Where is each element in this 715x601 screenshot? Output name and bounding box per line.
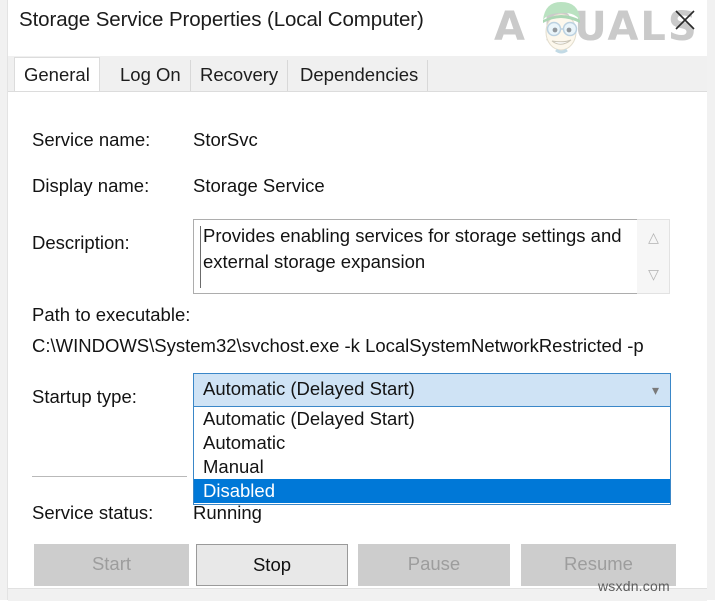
section-divider bbox=[32, 476, 187, 477]
tab-strip: General Log On Recovery Dependencies bbox=[8, 56, 707, 92]
tab-dependencies[interactable]: Dependencies bbox=[291, 60, 428, 92]
display-name-value: Storage Service bbox=[193, 175, 325, 197]
display-name-label: Display name: bbox=[32, 175, 149, 197]
startup-type-dropdown-list[interactable]: Automatic (Delayed Start) Automatic Manu… bbox=[193, 407, 671, 505]
start-button[interactable]: Start bbox=[34, 544, 189, 586]
site-watermark: wsxdn.com bbox=[598, 578, 670, 594]
window-title: Storage Service Properties (Local Comput… bbox=[19, 8, 424, 32]
startup-type-label: Startup type: bbox=[32, 386, 137, 408]
path-to-executable-label: Path to executable: bbox=[32, 304, 190, 326]
dropdown-option-automatic-delayed-start[interactable]: Automatic (Delayed Start) bbox=[194, 407, 670, 431]
close-button[interactable] bbox=[663, 0, 707, 40]
appuals-mascot-icon bbox=[534, 0, 588, 54]
service-status-label: Service status: bbox=[32, 502, 153, 524]
text-caret bbox=[200, 226, 201, 288]
stop-button[interactable]: Stop bbox=[196, 544, 348, 586]
path-to-executable-value: C:\WINDOWS\System32\svchost.exe -k Local… bbox=[32, 335, 644, 357]
chevron-down-icon: ▾ bbox=[652, 383, 659, 397]
service-name-label: Service name: bbox=[32, 129, 150, 151]
tab-recovery[interactable]: Recovery bbox=[191, 60, 288, 92]
window-right-edge bbox=[706, 0, 715, 600]
close-icon bbox=[674, 9, 696, 31]
scroll-up-icon[interactable]: △ bbox=[637, 223, 670, 251]
tab-general[interactable]: General bbox=[14, 57, 100, 92]
description-text: Provides enabling services for storage s… bbox=[203, 223, 633, 275]
startup-type-combobox[interactable]: Automatic (Delayed Start) ▾ bbox=[193, 373, 671, 407]
window-left-edge bbox=[0, 0, 8, 600]
service-properties-window: Storage Service Properties (Local Comput… bbox=[0, 0, 715, 600]
tab-log-on[interactable]: Log On bbox=[111, 60, 191, 92]
pause-button[interactable]: Pause bbox=[358, 544, 510, 586]
service-status-value: Running bbox=[193, 502, 262, 524]
title-bar: Storage Service Properties (Local Comput… bbox=[8, 0, 707, 57]
dropdown-option-manual[interactable]: Manual bbox=[194, 455, 670, 479]
general-tab-pane: Service name: StorSvc Display name: Stor… bbox=[8, 91, 707, 589]
description-textbox[interactable]: Provides enabling services for storage s… bbox=[193, 219, 670, 294]
dropdown-option-automatic[interactable]: Automatic bbox=[194, 431, 670, 455]
description-label: Description: bbox=[32, 232, 130, 254]
dropdown-option-disabled[interactable]: Disabled bbox=[194, 479, 670, 503]
description-scrollbar[interactable]: △ ▽ bbox=[637, 219, 670, 294]
startup-type-selected-value: Automatic (Delayed Start) bbox=[203, 378, 415, 400]
service-name-value: StorSvc bbox=[193, 129, 258, 151]
scroll-down-icon[interactable]: ▽ bbox=[637, 260, 670, 288]
